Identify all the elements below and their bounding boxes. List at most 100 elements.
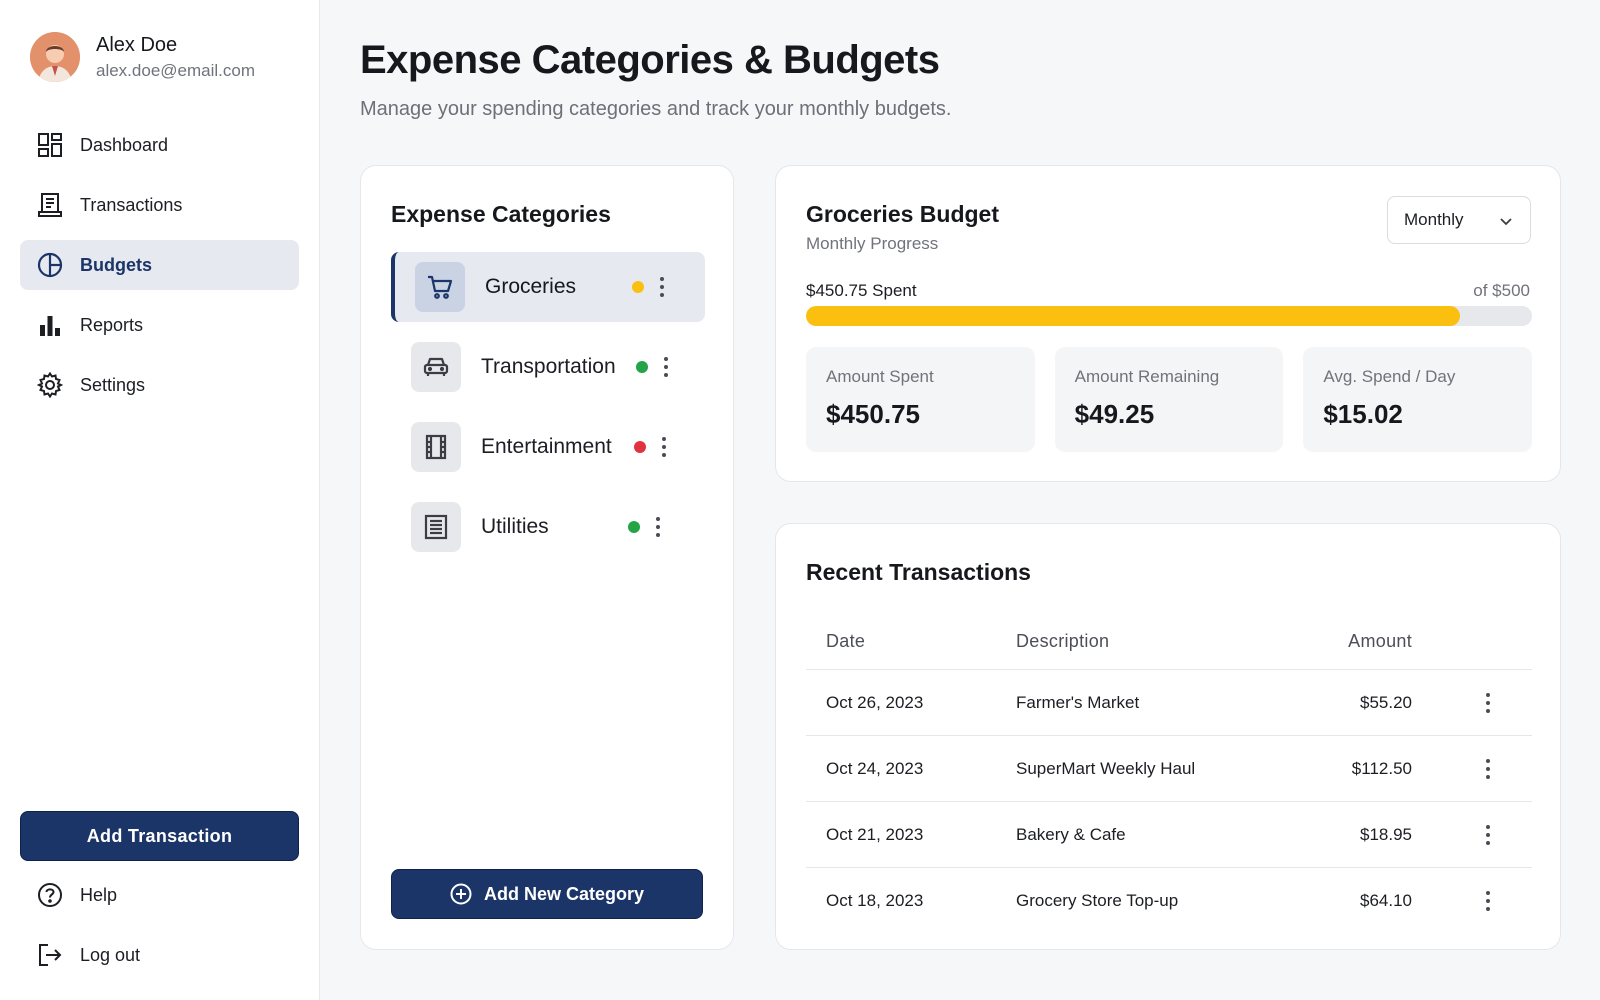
car-icon <box>411 342 461 392</box>
gear-icon <box>36 371 64 399</box>
category-name: Entertainment <box>481 435 612 458</box>
help-icon <box>36 881 64 909</box>
categories-title: Expense Categories <box>391 201 611 227</box>
nav-label: Help <box>80 884 118 905</box>
budget-total-label: of $500 <box>1473 281 1530 300</box>
user-email: alex.doe@email.com <box>96 61 255 80</box>
category-name: Utilities <box>481 515 549 538</box>
nav-label: Log out <box>80 944 141 965</box>
budget-progress-bar <box>806 306 1532 326</box>
more-options-icon[interactable] <box>1478 757 1498 781</box>
recent-transactions-card: Recent Transactions Date Description Amo… <box>775 523 1561 950</box>
category-item-transportation[interactable]: Transportation <box>391 332 705 402</box>
more-options-icon[interactable] <box>656 355 676 379</box>
nav-item-logout[interactable]: Log out <box>20 930 299 980</box>
nav-item-dashboard[interactable]: Dashboard <box>20 120 299 170</box>
table-header: Date Description Amount <box>806 614 1532 670</box>
more-options-icon[interactable] <box>654 435 674 459</box>
category-list: Groceries Transportation Entertainment U… <box>391 252 705 572</box>
row-description: Farmer's Market <box>1016 692 1140 712</box>
period-value: Monthly <box>1404 210 1464 229</box>
row-amount: $112.50 <box>1351 758 1412 778</box>
nav-label: Reports <box>80 314 144 335</box>
row-description: Grocery Store Top-up <box>1016 891 1179 910</box>
row-amount: $55.20 <box>1360 692 1412 712</box>
stat-label: Avg. Spend / Day <box>1323 367 1456 386</box>
main-nav: Dashboard Transactions Budgets Reports S… <box>20 120 299 420</box>
table-row[interactable]: Oct 24, 2023 SuperMart Weekly Haul $112.… <box>806 736 1532 802</box>
row-description: SuperMart Weekly Haul <box>1016 758 1196 778</box>
column-header-date[interactable]: Date <box>806 631 1016 652</box>
transactions-title: Recent Transactions <box>806 559 1031 585</box>
category-item-groceries[interactable]: Groceries <box>391 252 705 322</box>
nav-item-transactions[interactable]: Transactions <box>20 180 299 230</box>
row-date: Oct 24, 2023 <box>826 758 924 778</box>
category-name: Transportation <box>481 355 616 378</box>
category-item-utilities[interactable]: Utilities <box>391 492 705 562</box>
sidebar: Alex Doe alex.doe@email.com Dashboard Tr… <box>0 0 320 1000</box>
page-subtitle: Manage your spending categories and trac… <box>360 98 952 120</box>
dashboard-icon <box>36 131 64 159</box>
more-options-icon[interactable] <box>652 275 672 299</box>
stat-label: Amount Remaining <box>1074 367 1220 386</box>
stat-amount-spent: Amount Spent $450.75 <box>806 347 1035 452</box>
row-date: Oct 18, 2023 <box>826 891 924 910</box>
row-date: Oct 21, 2023 <box>826 824 924 844</box>
status-dot <box>628 521 640 533</box>
stat-label: Amount Spent <box>826 367 934 386</box>
budget-subtitle: Monthly Progress <box>806 234 939 253</box>
nav-label: Transactions <box>80 194 183 215</box>
film-icon <box>411 422 461 472</box>
nav-item-help[interactable]: Help <box>20 870 299 920</box>
status-dot <box>632 281 644 293</box>
status-dot <box>634 441 646 453</box>
stat-amount-remaining: Amount Remaining $49.25 <box>1054 347 1284 452</box>
add-transaction-button[interactable]: Add Transaction <box>20 811 299 861</box>
bar-chart-icon <box>36 311 64 339</box>
more-options-icon[interactable] <box>1478 889 1498 913</box>
nav-item-reports[interactable]: Reports <box>20 300 299 350</box>
table-row[interactable]: Oct 21, 2023 Bakery & Cafe $18.95 <box>806 802 1532 868</box>
nav-label: Budgets <box>80 254 152 275</box>
more-options-icon[interactable] <box>1478 691 1498 715</box>
spent-label: $450.75 Spent <box>806 281 917 300</box>
column-header-description[interactable]: Description <box>1016 631 1316 652</box>
budget-title: Groceries Budget <box>806 201 999 227</box>
row-amount: $18.95 <box>1360 824 1412 844</box>
plus-circle-icon <box>450 883 472 905</box>
budget-stats: Amount Spent $450.75 Amount Remaining $4… <box>806 347 1533 452</box>
row-description: Bakery & Cafe <box>1016 824 1126 844</box>
bill-icon <box>411 502 461 552</box>
table-row[interactable]: Oct 18, 2023 Grocery Store Top-up $64.10 <box>806 868 1532 934</box>
user-profile[interactable]: Alex Doe alex.doe@email.com <box>30 32 255 82</box>
chevron-down-icon <box>1498 213 1514 234</box>
budget-card: Groceries Budget Monthly Progress Monthl… <box>775 165 1561 482</box>
transactions-table: Date Description Amount Oct 26, 2023 Far… <box>806 614 1532 934</box>
table-row[interactable]: Oct 26, 2023 Farmer's Market $55.20 <box>806 670 1532 736</box>
stat-value: $49.25 <box>1074 399 1155 429</box>
nav-item-settings[interactable]: Settings <box>20 360 299 410</box>
pie-chart-icon <box>36 251 64 279</box>
user-name: Alex Doe <box>96 34 178 56</box>
nav-item-budgets[interactable]: Budgets <box>20 240 299 290</box>
category-item-entertainment[interactable]: Entertainment <box>391 412 705 482</box>
more-options-icon[interactable] <box>1478 823 1498 847</box>
bottom-nav: Help Log out <box>20 870 299 990</box>
expense-categories-card: Expense Categories Groceries Transportat… <box>360 165 734 950</box>
more-options-icon[interactable] <box>648 515 668 539</box>
add-category-label: Add New Category <box>483 883 645 904</box>
cart-icon <box>415 262 465 312</box>
row-date: Oct 26, 2023 <box>826 692 924 712</box>
stat-value: $450.75 <box>826 399 920 429</box>
logout-icon <box>36 941 64 969</box>
column-header-amount[interactable]: Amount <box>1316 631 1412 652</box>
receipt-icon <box>36 191 64 219</box>
budget-progress-fill <box>806 306 1461 326</box>
row-amount: $64.10 <box>1360 891 1412 910</box>
add-new-category-button[interactable]: Add New Category <box>391 869 703 919</box>
nav-label: Dashboard <box>80 134 169 155</box>
avatar <box>30 32 80 82</box>
period-select[interactable]: Monthly <box>1387 196 1531 244</box>
nav-label: Settings <box>80 374 146 395</box>
status-dot <box>636 361 648 373</box>
